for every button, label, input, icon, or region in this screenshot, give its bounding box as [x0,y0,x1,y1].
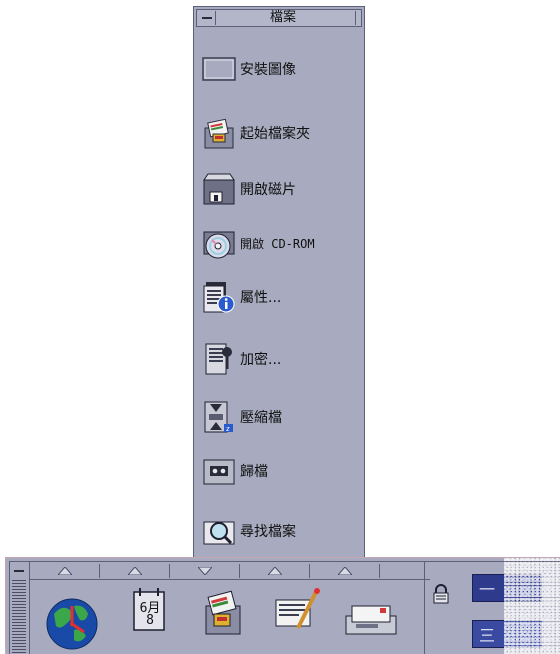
noise-pattern [504,558,560,654]
lock-icon[interactable] [432,584,450,604]
subpanel-item-label: 歸檔 [240,464,268,480]
subpanel-item-label: 壓縮檔 [240,410,282,426]
subpanel-item-encrypt[interactable]: 加密... [202,339,362,379]
subpanel-item-open-cdrom[interactable]: 開啟 CD-ROM [202,223,362,263]
calendar-icon[interactable]: 6月 8 [130,584,190,652]
subpanel-item-label: 安裝圖像 [240,62,296,78]
subpanel-item-find-file[interactable]: 尋找檔案 [202,511,362,551]
home-folder-icon [202,116,236,150]
front-panel-handle[interactable] [10,562,30,654]
front-panel: 6月 8 一 三 [5,557,560,654]
subpanel-item-open-floppy[interactable]: 開啟磁片 [202,169,362,209]
subpanel-item-home-folder[interactable]: 起始檔案夾 [202,113,362,153]
subpanel-arrow-down[interactable] [170,564,240,578]
subpanel-arrow-up[interactable] [240,564,310,578]
front-panel-grip[interactable] [12,580,26,654]
subpanel-item-properties[interactable]: 屬性... [202,277,362,317]
subpanel-item-label: 開啟磁片 [240,182,296,198]
subpanel-item-label: 尋找檔案 [240,524,296,540]
subpanel-item-label: 開啟 CD-ROM [240,236,315,251]
subpanel-arrow-up[interactable] [310,564,380,578]
subpanel-item-install-icon[interactable]: 安裝圖像 [202,49,362,89]
subpanel-close-button[interactable] [198,11,216,25]
front-panel-minimize-button[interactable] [12,565,26,575]
encrypt-icon [202,342,236,376]
compress-icon: z [202,400,236,434]
subpanel-item-label: 屬性... [240,290,282,306]
text-editor-icon[interactable] [274,584,334,652]
subpanel-item-compress[interactable]: z 壓縮檔 [202,397,362,437]
titlebar-edge [355,11,360,25]
files-subpanel: 檔案 安裝圖像 起始檔案夾 開啟磁片 開啟 CD-ROM 屬性... 加密...… [193,6,365,558]
install-drop-zone-icon [202,52,236,86]
subpanel-arrow-up[interactable] [100,564,170,578]
world-clock-icon[interactable] [44,584,104,652]
calendar-day: 8 [146,613,154,628]
svg-text:z: z [226,425,230,433]
archive-icon [202,454,236,488]
properties-icon [202,280,236,314]
subpanel-item-archive[interactable]: 歸檔 [202,451,362,491]
subpanel-arrow-up[interactable] [30,564,100,578]
file-manager-icon[interactable] [202,584,262,652]
mailer-icon[interactable] [344,584,404,652]
subpanel-item-label: 起始檔案夾 [240,126,310,142]
find-file-icon [202,514,236,548]
subpanel-titlebar: 檔案 [196,9,362,27]
desktop: 檔案 安裝圖像 起始檔案夾 開啟磁片 開啟 CD-ROM 屬性... 加密...… [0,0,560,654]
subpanel-item-label: 加密... [240,352,282,368]
floppy-drive-icon [202,172,236,206]
arrow-row-divider [30,579,430,580]
cdrom-icon [202,226,236,260]
subpanel-title: 檔案 [269,10,296,25]
workspace-divider [424,562,425,654]
